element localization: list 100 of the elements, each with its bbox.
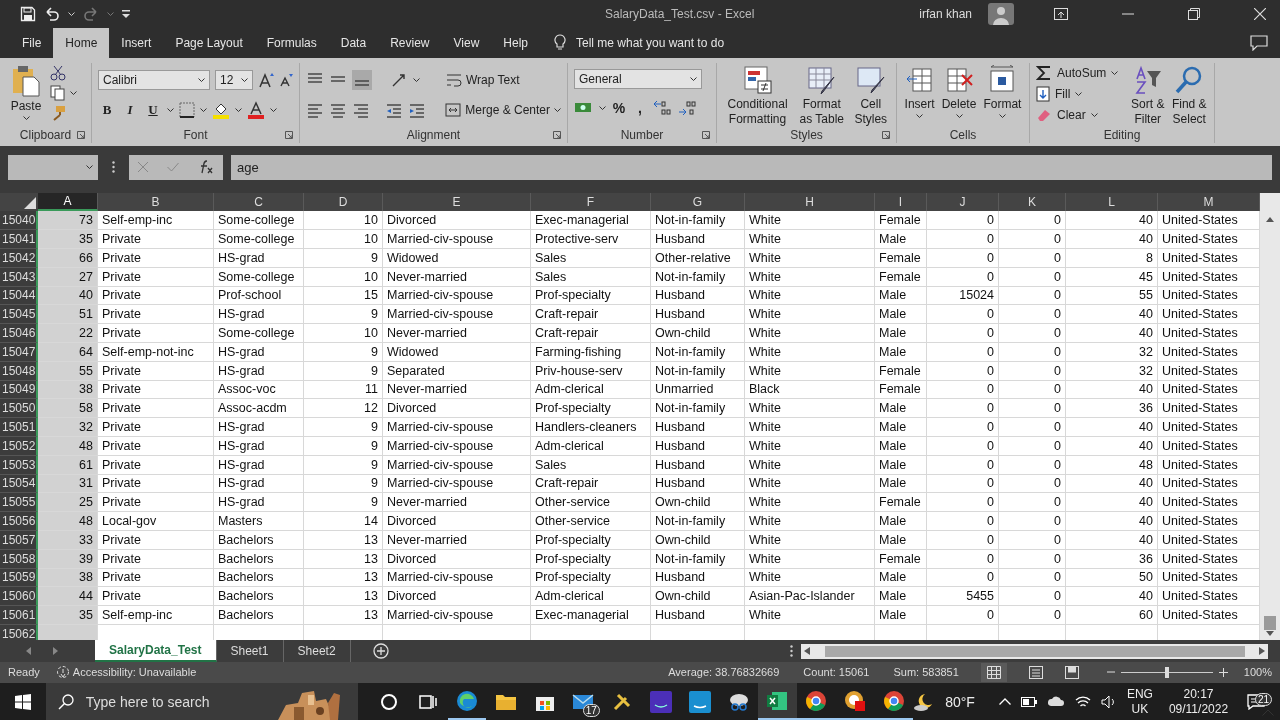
menu-tab[interactable]: Review xyxy=(378,27,442,58)
comments-icon[interactable] xyxy=(1250,34,1268,51)
cells-button[interactable]: Format xyxy=(983,62,1022,127)
font-color-icon[interactable] xyxy=(247,100,265,119)
row-header[interactable]: 15045 xyxy=(0,305,38,325)
sheet-tab[interactable]: Sheet2 xyxy=(283,640,351,662)
row-header[interactable]: 15050 xyxy=(0,399,38,419)
select-all-icon[interactable] xyxy=(24,197,36,210)
accessibility-status[interactable]: Accessibility: Unavailable xyxy=(72,666,197,679)
editing-button[interactable]: AutoSum xyxy=(1036,62,1126,83)
caret-icon[interactable] xyxy=(70,90,77,95)
menu-tab[interactable]: View xyxy=(441,27,492,58)
horizontal-scrollbar[interactable] xyxy=(801,643,1268,659)
next-sheet-icon[interactable] xyxy=(53,647,58,656)
cut-icon[interactable] xyxy=(50,64,66,81)
caret-icon[interactable] xyxy=(599,105,606,110)
caret-icon[interactable] xyxy=(86,165,93,170)
align-center-icon[interactable] xyxy=(329,101,347,118)
scissors-icon[interactable] xyxy=(727,691,750,712)
scroll-right-icon[interactable] xyxy=(1259,647,1265,656)
more-icon[interactable] xyxy=(790,645,793,658)
sheet-tab[interactable]: Sheet1 xyxy=(216,640,284,662)
menu-tab[interactable]: Help xyxy=(491,27,540,58)
column-header[interactable]: D xyxy=(304,193,383,212)
menu-tab[interactable]: Page Layout xyxy=(163,27,255,58)
add-sheet-icon[interactable] xyxy=(372,643,389,660)
caret-icon[interactable] xyxy=(955,113,963,118)
bottom-align-icon[interactable] xyxy=(352,69,372,90)
decrease-decimal-icon[interactable] xyxy=(678,99,698,116)
previous-sheet-icon[interactable] xyxy=(26,647,31,656)
folder-icon[interactable] xyxy=(494,692,517,711)
row-header[interactable]: 15060 xyxy=(0,587,38,607)
caret-icon[interactable] xyxy=(241,77,248,82)
save-icon[interactable] xyxy=(20,5,36,22)
zoom-out-icon[interactable] xyxy=(1106,671,1115,674)
caret-icon[interactable] xyxy=(1090,112,1098,117)
column-header[interactable]: F xyxy=(531,193,651,212)
styles-button[interactable]: Cell Styles xyxy=(851,62,890,127)
increase-indent-icon[interactable] xyxy=(408,101,427,118)
launcher-icon[interactable] xyxy=(77,130,85,139)
wifi-icon[interactable] xyxy=(1074,694,1091,709)
launcher-icon[interactable] xyxy=(702,130,710,139)
font-style-button[interactable]: B xyxy=(98,101,116,118)
increase-decimal-icon[interactable] xyxy=(653,99,673,116)
ribbon-display-icon[interactable] xyxy=(1054,7,1068,20)
caret-icon[interactable] xyxy=(916,113,924,118)
row-header[interactable]: 15055 xyxy=(0,493,38,513)
grow-font-icon[interactable] xyxy=(258,71,274,88)
caret-icon[interactable] xyxy=(413,77,420,82)
formula-field[interactable]: age xyxy=(231,154,1272,180)
launcher-icon[interactable] xyxy=(882,130,890,139)
column-header[interactable]: E xyxy=(383,193,531,212)
align-right-icon[interactable] xyxy=(352,101,370,118)
merge-center-button[interactable]: Merge & Center xyxy=(445,101,561,118)
tell-me-field[interactable]: Tell me what you want to do xyxy=(576,35,725,50)
row-header[interactable]: 15046 xyxy=(0,324,38,343)
menu-tab[interactable]: File xyxy=(10,27,54,58)
taskbar-app[interactable]: 17 xyxy=(564,683,603,720)
spreadsheet-icon[interactable] xyxy=(766,690,789,711)
accessibility-icon[interactable] xyxy=(55,665,70,680)
copy-icon[interactable] xyxy=(50,84,66,101)
restore-icon[interactable] xyxy=(1188,7,1200,20)
row-header[interactable]: 15061 xyxy=(0,606,38,625)
font-style-button[interactable]: I xyxy=(121,101,139,118)
browser-icon[interactable] xyxy=(882,689,905,712)
column-header[interactable]: A xyxy=(38,193,98,212)
paste-button[interactable]: Paste xyxy=(6,62,46,127)
font-style-button[interactable]: U xyxy=(144,101,162,118)
cells-button[interactable]: Delete xyxy=(941,62,977,127)
currency-icon[interactable] xyxy=(574,100,594,115)
battery-icon[interactable] xyxy=(1020,696,1037,707)
tools-icon[interactable] xyxy=(612,691,633,712)
caret-icon[interactable] xyxy=(554,107,561,112)
zoom-level[interactable]: 100% xyxy=(1243,666,1272,679)
more-icon[interactable] xyxy=(112,161,115,174)
row-header[interactable]: 15040 xyxy=(0,211,38,231)
row-header[interactable]: 15041 xyxy=(0,230,38,249)
name-box[interactable] xyxy=(8,154,98,180)
circle-icon[interactable] xyxy=(380,692,399,711)
column-header[interactable]: J xyxy=(927,193,999,212)
editing-button[interactable]: Fill xyxy=(1036,83,1126,104)
caret-icon[interactable] xyxy=(998,113,1006,118)
caret-icon[interactable] xyxy=(1075,91,1083,96)
row-header[interactable]: 15056 xyxy=(0,512,38,531)
caret-icon[interactable] xyxy=(690,76,697,81)
input-region[interactable]: UK xyxy=(1131,701,1149,717)
editing-button[interactable]: Clear xyxy=(1036,104,1126,125)
row-header[interactable]: 15051 xyxy=(0,418,38,437)
scroll-up-icon[interactable] xyxy=(1265,215,1275,224)
column-header[interactable]: L xyxy=(1066,193,1158,212)
launcher-icon[interactable] xyxy=(553,130,561,139)
recorder-icon[interactable] xyxy=(843,689,866,712)
column-header[interactable]: B xyxy=(98,193,214,212)
sheet-tab[interactable]: SalaryData_Test xyxy=(95,640,217,662)
column-header[interactable]: H xyxy=(745,193,875,212)
caret-icon[interactable] xyxy=(167,107,174,112)
page-layout-view-icon[interactable] xyxy=(1028,665,1043,679)
speaker-icon[interactable] xyxy=(1100,694,1117,709)
editing-button[interactable]: Sort & Filter xyxy=(1129,62,1167,127)
weather-temperature[interactable]: 80°F xyxy=(945,693,975,710)
